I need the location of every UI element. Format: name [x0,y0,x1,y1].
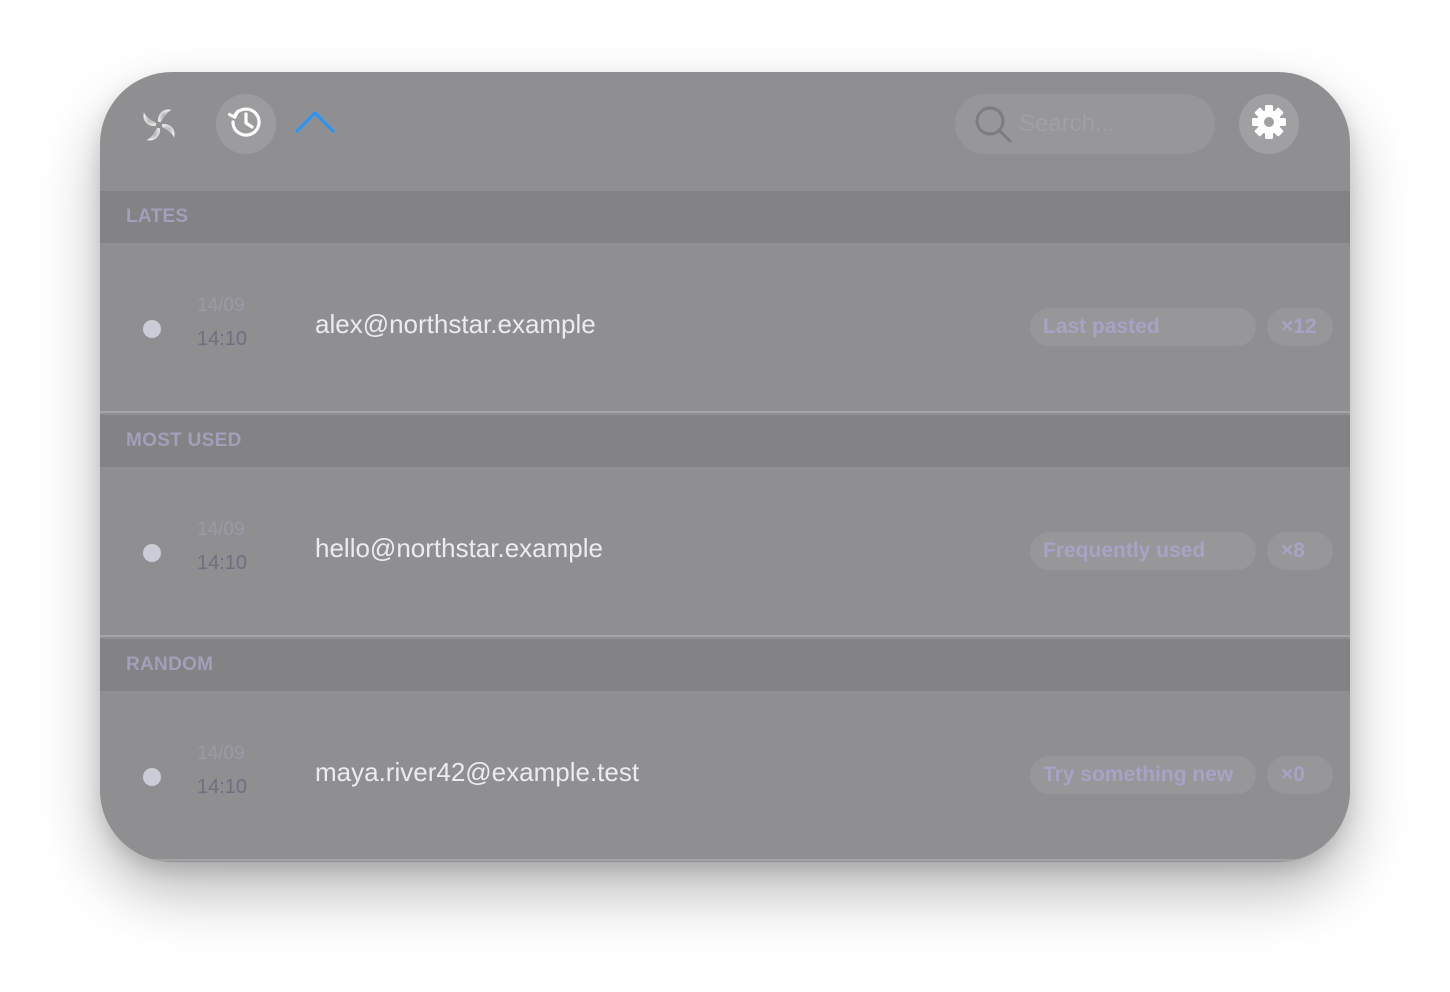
gear-icon [1250,103,1288,146]
swirl-logo-icon [138,104,180,146]
item-tag-badge: Frequently used [1030,532,1256,570]
status-dot [143,320,161,338]
item-time: 14:10 [197,552,248,574]
item-tag-badge: Try something new [1030,756,1256,794]
section-title: MOST USED [126,430,242,451]
item-time: 14:10 [197,776,248,798]
section-title: RANDOM [126,654,214,675]
item-count-badge: ×0 [1267,756,1333,794]
item-tag-badge: Last pasted [1030,308,1256,346]
settings-button[interactable] [1239,94,1299,154]
item-date: 14/09 [197,295,245,316]
history-icon [226,102,266,147]
status-dot [143,544,161,562]
list-item[interactable]: 14/09 14:10 maya.river42@example.test Tr… [100,691,1350,861]
search-icon [973,104,1013,144]
section-header-latest: LATES [100,191,1350,243]
item-date: 14/09 [197,743,245,764]
item-time: 14:10 [197,328,248,350]
item-email: maya.river42@example.test [315,757,640,787]
section-header-random: RANDOM [100,639,1350,691]
section-title: LATES [126,206,189,227]
collapse-button[interactable] [294,106,336,142]
item-count-badge: ×12 [1267,308,1333,346]
status-dot [143,768,161,786]
history-button[interactable] [216,94,276,154]
search-box[interactable] [955,94,1215,154]
item-count-badge: ×8 [1267,532,1333,570]
list-item[interactable]: 14/09 14:10 hello@northstar.example Freq… [100,467,1350,637]
item-email: alex@northstar.example [315,309,596,339]
clipboard-window: LATES 14/09 14:10 alex@northstar.example… [100,72,1350,862]
section-header-most-used: MOST USED [100,415,1350,467]
chevron-up-icon [294,107,336,142]
item-email: hello@northstar.example [315,533,603,563]
item-date: 14/09 [197,519,245,540]
search-input[interactable] [1017,109,1201,139]
list-item[interactable]: 14/09 14:10 alex@northstar.example Last … [100,243,1350,413]
header-bar [100,72,1350,190]
